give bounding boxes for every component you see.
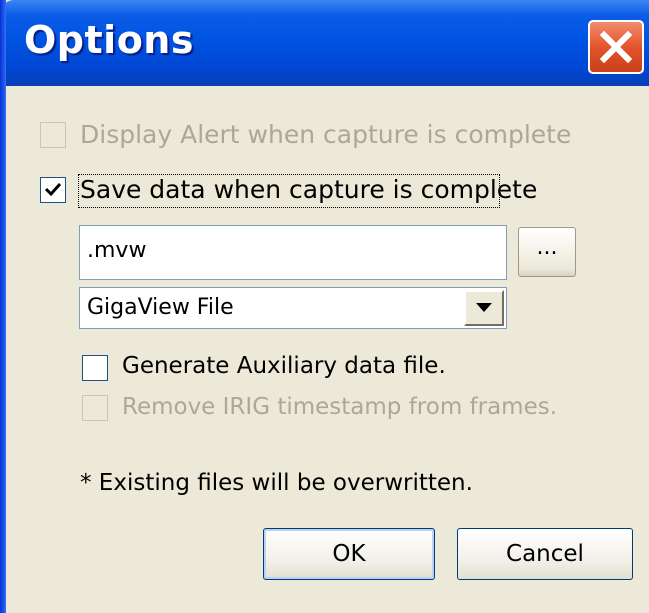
options-dialog: Options Display Alert when capture is co… [0,0,649,613]
save-data-checkbox[interactable] [40,177,66,203]
title-bar[interactable]: Options [0,0,649,86]
save-data-label: Save data when capture is complete [80,175,538,204]
remove-irig-checkbox[interactable] [82,395,108,421]
close-icon [599,30,633,64]
file-format-select[interactable]: GigaView File [79,287,507,329]
chevron-down-icon [476,303,492,312]
file-extension-input[interactable]: .mvw [79,225,507,280]
remove-irig-label: Remove IRIG timestamp from frames. [122,394,558,420]
browse-button[interactable]: ... [518,227,576,277]
file-format-value: GigaView File [87,295,234,320]
cancel-button[interactable]: Cancel [457,528,633,580]
aux-file-label: Generate Auxiliary data file. [122,353,446,379]
checkmark-icon [44,182,62,197]
window-title: Options [24,18,194,62]
file-extension-value: .mvw [87,238,147,263]
ok-button[interactable]: OK [263,528,435,580]
window-frame [0,0,6,613]
aux-file-checkbox[interactable] [82,355,108,381]
overwrite-note: * Existing files will be overwritten. [80,470,473,496]
display-alert-label: Display Alert when capture is complete [80,120,572,149]
close-button[interactable] [588,20,644,74]
display-alert-checkbox[interactable] [40,122,66,148]
dropdown-button[interactable] [464,290,504,326]
